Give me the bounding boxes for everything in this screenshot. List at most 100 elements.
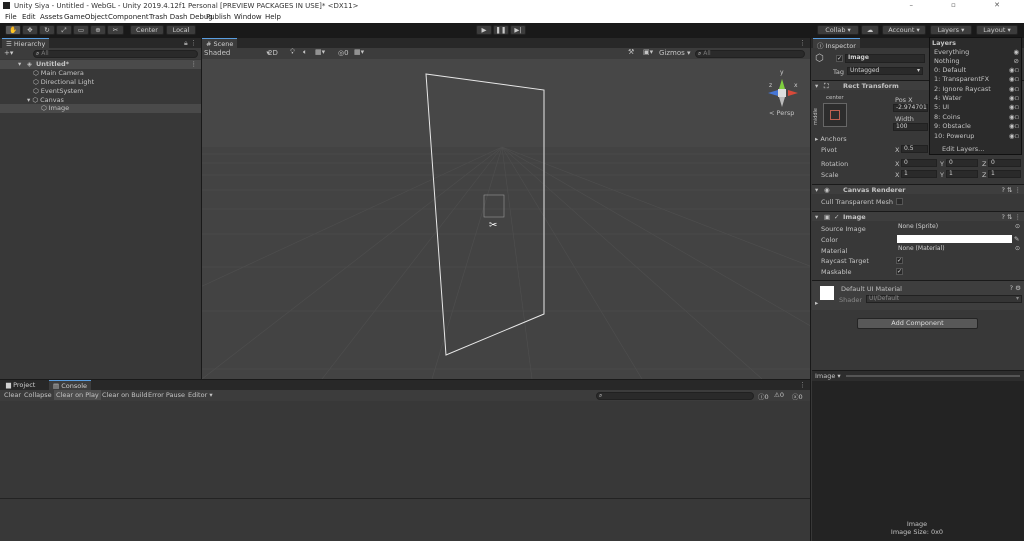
camera-icon[interactable]: ▣▾ — [643, 48, 653, 56]
shading-mode-dropdown[interactable]: Shaded ▾ — [204, 49, 270, 57]
layout-button[interactable]: Layout ▾ — [976, 25, 1018, 35]
scale-tool-icon[interactable]: ⤢ — [56, 25, 72, 35]
more-icon[interactable]: ⋮ — [799, 381, 806, 389]
step-icon[interactable]: ▶| — [510, 25, 526, 35]
canvas-renderer-header[interactable]: ▾ ◉ Canvas Renderer ? ⇅ ⋮ — [812, 184, 1024, 194]
create-plus-icon[interactable]: +▾ — [4, 49, 13, 57]
tab-inspector[interactable]: ⓘ Inspector — [813, 38, 860, 50]
menu-gameobject[interactable]: GameObject — [64, 13, 108, 21]
layer-item[interactable]: 5: UI ◉▫ — [934, 103, 1019, 111]
scene-search-input[interactable]: ⌕ All — [695, 50, 805, 58]
menu-window[interactable]: Window — [234, 13, 262, 21]
scale-y-field[interactable]: 1 — [946, 170, 978, 178]
collapse-button[interactable]: Collapse — [24, 391, 52, 399]
gizmos-dropdown[interactable]: Gizmos ▾ — [659, 49, 691, 57]
console-divider[interactable] — [0, 498, 810, 499]
lock-icon[interactable]: 🔒︎ ⋮ — [184, 39, 197, 48]
tab-project[interactable]: ▆ Project — [2, 380, 40, 390]
cull-checkbox[interactable] — [896, 198, 903, 205]
component-menu-icon[interactable]: ? ⚙ — [1010, 284, 1021, 292]
custom-tool-icon[interactable]: ✂ — [107, 25, 124, 35]
scene-viewport[interactable]: ✂ y z x — [202, 59, 810, 379]
preview-header[interactable]: Image ▾ — [812, 370, 1024, 381]
pivot-center-button[interactable]: Center — [130, 25, 164, 35]
cloud-icon[interactable]: ☁ — [861, 25, 879, 35]
tab-console[interactable]: ▤ Console — [49, 380, 92, 390]
layer-item[interactable]: 4: Water ◉▫ — [934, 94, 1019, 102]
expand-arrow-icon[interactable]: ▸ — [815, 299, 818, 307]
effects-icon[interactable]: ▦▾ — [315, 48, 325, 56]
active-checkbox[interactable]: ✓ — [836, 55, 843, 62]
persp-label[interactable]: < Persp — [769, 109, 794, 117]
hierarchy-search-input[interactable]: ⌕ All — [33, 50, 198, 58]
layer-item[interactable]: Everything ◉ — [934, 48, 1019, 56]
tag-dropdown[interactable]: Untagged ▾ — [847, 67, 923, 75]
maskable-checkbox[interactable]: ✓ — [896, 268, 903, 275]
layer-item[interactable]: Nothing ⊘ — [934, 57, 1019, 65]
rect-tool-icon[interactable]: ▭ — [73, 25, 89, 35]
tab-hierarchy[interactable]: ☰ Hierarchy — [2, 38, 50, 48]
editor-dropdown[interactable]: Editor ▾ — [188, 391, 213, 399]
preview-drag-handle[interactable] — [846, 375, 1020, 377]
menu-publish[interactable]: Publish — [206, 13, 231, 21]
move-tool-icon[interactable]: ✥ — [22, 25, 38, 35]
hierarchy-item-selected[interactable]: ⬡ Image — [0, 104, 201, 113]
error-pause-button[interactable]: Error Pause — [148, 391, 185, 399]
layers-button[interactable]: Layers ▾ — [930, 25, 972, 35]
hand-tool-icon[interactable]: ✋ — [5, 25, 21, 35]
pivot-x-field[interactable]: 0.5 — [901, 145, 928, 153]
layer-item[interactable]: 9: Obstacle ◉▫ — [934, 122, 1019, 130]
menu-help[interactable]: Help — [265, 13, 281, 21]
menu-edit[interactable]: Edit — [22, 13, 36, 21]
object-name-field[interactable]: Image — [845, 54, 925, 63]
hierarchy-item[interactable]: ▾ ⬡ Canvas — [27, 96, 64, 104]
layer-item[interactable]: 0: Default ◉▫ — [934, 66, 1019, 74]
menu-trash-dash-debug[interactable]: Trash Dash Debug — [149, 13, 213, 21]
menu-component[interactable]: Component — [108, 13, 149, 21]
layer-item[interactable]: 2: Ignore Raycast ◉▫ — [934, 85, 1019, 93]
tab-scene[interactable]: # Scene — [202, 38, 238, 48]
scene-row[interactable]: ▾ ◈ Untitled* ⋮ — [0, 60, 201, 69]
collab-button[interactable]: Collab ▾ — [817, 25, 859, 35]
hierarchy-item[interactable]: ⬡ EventSystem — [33, 87, 84, 95]
source-image-field[interactable]: None (Sprite) ⊙ — [896, 224, 1020, 232]
anchors-foldout[interactable]: ▸ Anchors — [815, 135, 847, 143]
lock-icon[interactable]: ⋮ — [799, 39, 806, 47]
transform-tool-icon[interactable]: ⊕ — [90, 25, 106, 35]
clear-on-build-button[interactable]: Clear on Build — [102, 391, 148, 399]
hierarchy-item[interactable]: ⬡ Directional Light — [33, 78, 94, 86]
color-swatch[interactable] — [897, 235, 1012, 243]
more-icon[interactable]: ⋮ — [191, 60, 198, 68]
console-search-input[interactable]: ⌕ — [596, 392, 754, 400]
2d-toggle[interactable]: 2D — [268, 49, 278, 57]
rotate-tool-icon[interactable]: ↻ — [39, 25, 55, 35]
window-controls[interactable]: – ▫ ✕ — [909, 1, 1018, 9]
hidden-objects-icon[interactable]: ◎0 — [338, 49, 349, 57]
pivot-local-button[interactable]: Local — [166, 25, 196, 35]
warning-count[interactable]: ⚠0 — [774, 391, 784, 399]
add-component-button[interactable]: Add Component — [857, 318, 978, 329]
hierarchy-item[interactable]: ⬡ Main Camera — [33, 69, 84, 77]
rotation-z-field[interactable]: 0 — [988, 159, 1021, 167]
menu-file[interactable]: File — [5, 13, 17, 21]
error-count[interactable]: ⓧ0 — [792, 391, 803, 401]
layer-item[interactable]: 8: Coins ◉▫ — [934, 113, 1019, 121]
scale-x-field[interactable]: 1 — [901, 170, 937, 178]
width-field[interactable]: 100 — [893, 123, 928, 131]
account-button[interactable]: Account ▾ — [882, 25, 926, 35]
scale-z-field[interactable]: 1 — [988, 170, 1021, 178]
audio-icon[interactable]: 🔈︎ — [303, 48, 307, 57]
rotation-x-field[interactable]: 0 — [901, 159, 937, 167]
clear-button[interactable]: Clear — [4, 391, 21, 399]
expand-arrow-icon[interactable]: ▾ — [18, 60, 21, 68]
menu-assets[interactable]: Assets — [40, 13, 63, 21]
edit-layers-item[interactable]: Edit Layers... — [942, 145, 984, 153]
grid-icon[interactable]: ▦▾ — [354, 48, 364, 56]
shader-dropdown[interactable]: UI/Default ▾ — [866, 295, 1022, 303]
raycast-checkbox[interactable]: ✓ — [896, 257, 903, 264]
log-count[interactable]: ⓘ0 — [758, 391, 769, 401]
anchor-presets-button[interactable] — [823, 103, 847, 127]
play-icon[interactable]: ▶ — [476, 25, 492, 35]
pause-icon[interactable]: ❚❚ — [493, 25, 509, 35]
layer-item[interactable]: 10: Powerup ◉▫ — [934, 132, 1019, 140]
